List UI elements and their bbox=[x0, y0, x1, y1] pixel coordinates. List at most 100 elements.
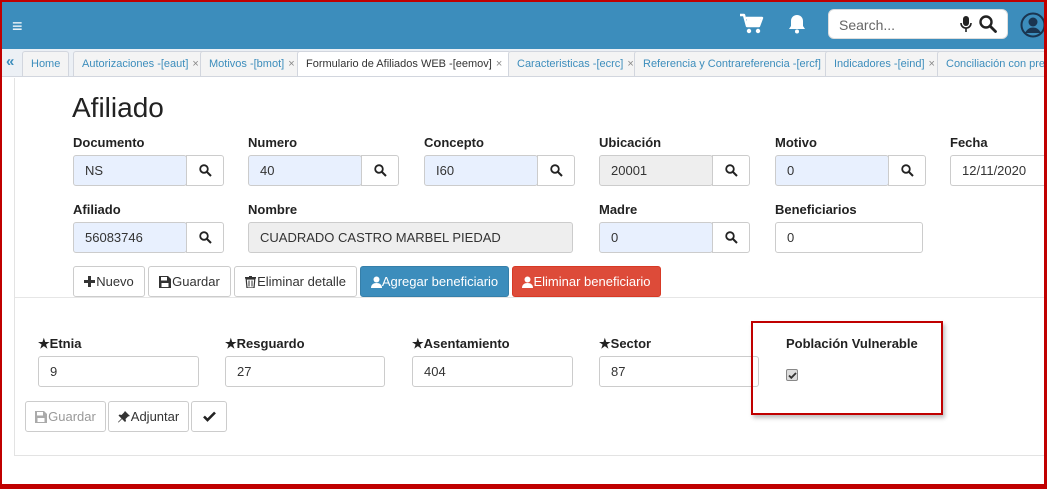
adjuntar-button[interactable]: Adjuntar bbox=[108, 401, 189, 432]
beneficiarios-label: Beneficiarios bbox=[775, 202, 857, 217]
top-navbar: ≡ bbox=[2, 2, 1046, 49]
ubicacion-input[interactable]: 20001 bbox=[599, 155, 713, 186]
sector-input[interactable]: 87 bbox=[599, 356, 759, 387]
afiliado-search-button[interactable] bbox=[186, 222, 224, 253]
agregar-beneficiario-button[interactable]: Agregar beneficiario bbox=[360, 266, 509, 297]
etnia-input[interactable]: 9 bbox=[38, 356, 199, 387]
ubicacion-search-button[interactable] bbox=[712, 155, 750, 186]
eliminar-beneficiario-button-label: Eliminar beneficiario bbox=[533, 274, 651, 289]
tab-label: Referencia y Contrareferencia -[ercf] bbox=[643, 58, 821, 70]
tab-label: Caracteristicas -[ecrc] bbox=[517, 58, 624, 70]
close-icon[interactable]: × bbox=[496, 58, 502, 70]
bell-icon[interactable] bbox=[788, 14, 806, 39]
nuevo-button[interactable]: Nuevo bbox=[73, 266, 145, 297]
asentamiento-label-text: Asentamiento bbox=[423, 336, 510, 351]
concepto-label: Concepto bbox=[424, 135, 484, 150]
madre-search-button[interactable] bbox=[712, 222, 750, 253]
numero-label: Numero bbox=[248, 135, 298, 150]
detail-guardar-button[interactable]: Guardar bbox=[25, 401, 106, 432]
tab-bar: « Home Autorizaciones -[eaut] × Motivos -… bbox=[2, 49, 1044, 77]
plus-icon bbox=[84, 276, 96, 287]
close-icon[interactable]: × bbox=[929, 58, 935, 70]
mic-icon[interactable] bbox=[960, 16, 972, 38]
tab-autorizaciones[interactable]: Autorizaciones -[eaut] × bbox=[73, 51, 208, 76]
tab-referencia[interactable]: Referencia y Contrareferencia -[ercf]× bbox=[634, 51, 841, 76]
user-icon bbox=[370, 276, 382, 288]
asentamiento-input[interactable]: 404 bbox=[412, 356, 573, 387]
numero-input[interactable]: 40 bbox=[248, 155, 362, 186]
agregar-beneficiario-button-label: Agregar beneficiario bbox=[381, 274, 499, 289]
concepto-search-button[interactable] bbox=[537, 155, 575, 186]
fecha-label: Fecha bbox=[950, 135, 988, 150]
search-icon bbox=[198, 164, 212, 177]
eliminar-detalle-button-label: Eliminar detalle bbox=[257, 274, 346, 289]
etnia-label-text: Etnia bbox=[49, 336, 82, 351]
tab-label: Motivos -[bmot] bbox=[209, 58, 285, 70]
search-icon bbox=[549, 164, 563, 177]
eliminar-detalle-button[interactable]: Eliminar detalle bbox=[234, 266, 357, 297]
star-icon: ★ bbox=[38, 336, 50, 351]
tab-home[interactable]: Home bbox=[22, 51, 70, 76]
afiliado-input[interactable]: 56083746 bbox=[73, 222, 187, 253]
search-input[interactable] bbox=[839, 14, 959, 36]
ubicacion-label: Ubicación bbox=[599, 135, 662, 150]
star-icon: ★ bbox=[412, 336, 424, 351]
search-icon bbox=[198, 231, 212, 244]
search-box bbox=[828, 9, 1008, 39]
tab-label: Conciliación con prest bbox=[946, 58, 1044, 70]
highlight-box bbox=[751, 321, 943, 415]
confirm-button[interactable] bbox=[191, 401, 227, 432]
documento-input[interactable]: NS bbox=[73, 155, 187, 186]
motivo-label: Motivo bbox=[775, 135, 817, 150]
tab-label: Formulario de Afiliados WEB -[eemov] bbox=[306, 58, 492, 70]
search-icon bbox=[724, 231, 738, 244]
detail-guardar-button-label: Guardar bbox=[48, 409, 96, 424]
tab-indicadores[interactable]: Indicadores -[eind] × bbox=[825, 51, 944, 76]
close-icon[interactable]: × bbox=[192, 58, 198, 70]
hamburger-icon[interactable]: ≡ bbox=[12, 17, 23, 35]
search-icon bbox=[900, 164, 914, 177]
sector-label-text: Sector bbox=[610, 336, 652, 351]
user-icon bbox=[522, 276, 534, 288]
eliminar-beneficiario-button[interactable]: Eliminar beneficiario bbox=[512, 266, 661, 297]
tab-scroll-left-icon[interactable]: « bbox=[6, 53, 14, 70]
fecha-input[interactable]: 12/11/2020 bbox=[950, 155, 1044, 186]
adjuntar-button-label: Adjuntar bbox=[130, 409, 180, 424]
numero-search-button[interactable] bbox=[361, 155, 399, 186]
documento-search-button[interactable] bbox=[186, 155, 224, 186]
section-divider bbox=[15, 297, 1044, 298]
pin-icon bbox=[117, 410, 130, 422]
search-icon bbox=[373, 164, 387, 177]
user-circle-icon[interactable] bbox=[1020, 12, 1046, 43]
tab-label: Autorizaciones -[eaut] bbox=[82, 58, 189, 70]
guardar-button[interactable]: Guardar bbox=[148, 266, 231, 297]
resguardo-label-text: Resguardo bbox=[236, 336, 305, 351]
beneficiarios-input[interactable]: 0 bbox=[775, 222, 923, 253]
tab-conciliacion[interactable]: Conciliación con prest bbox=[937, 51, 1044, 76]
tab-label: Home bbox=[31, 58, 61, 70]
motivo-input[interactable]: 0 bbox=[775, 155, 889, 186]
page-title: Afiliado bbox=[72, 92, 164, 123]
tab-formulario-afiliados[interactable]: Formulario de Afiliados WEB -[eemov] × bbox=[297, 51, 512, 76]
tab-caracteristicas[interactable]: Caracteristicas -[ecrc] × bbox=[508, 51, 643, 76]
screenshot-border-bottom bbox=[0, 484, 1047, 489]
star-icon: ★ bbox=[599, 336, 611, 351]
resguardo-input[interactable]: 27 bbox=[225, 356, 385, 387]
madre-input[interactable]: 0 bbox=[599, 222, 713, 253]
resguardo-label: ★Resguardo bbox=[225, 336, 305, 352]
search-icon[interactable] bbox=[979, 15, 997, 38]
sector-label: ★Sector bbox=[599, 336, 651, 352]
concepto-input[interactable]: I60 bbox=[424, 155, 538, 186]
tab-motivos[interactable]: Motivos -[bmot] × bbox=[200, 51, 304, 76]
madre-label: Madre bbox=[599, 202, 638, 217]
trash-icon bbox=[245, 275, 257, 288]
check-icon bbox=[202, 411, 216, 422]
close-icon[interactable]: × bbox=[627, 58, 633, 70]
cart-icon[interactable] bbox=[739, 13, 765, 40]
motivo-search-button[interactable] bbox=[888, 155, 926, 186]
tab-label: Indicadores -[eind] bbox=[834, 58, 925, 70]
guardar-button-label: Guardar bbox=[172, 274, 220, 289]
search-icon bbox=[724, 164, 738, 177]
nombre-input[interactable]: CUADRADO CASTRO MARBEL PIEDAD bbox=[248, 222, 573, 253]
close-icon[interactable]: × bbox=[288, 58, 294, 70]
